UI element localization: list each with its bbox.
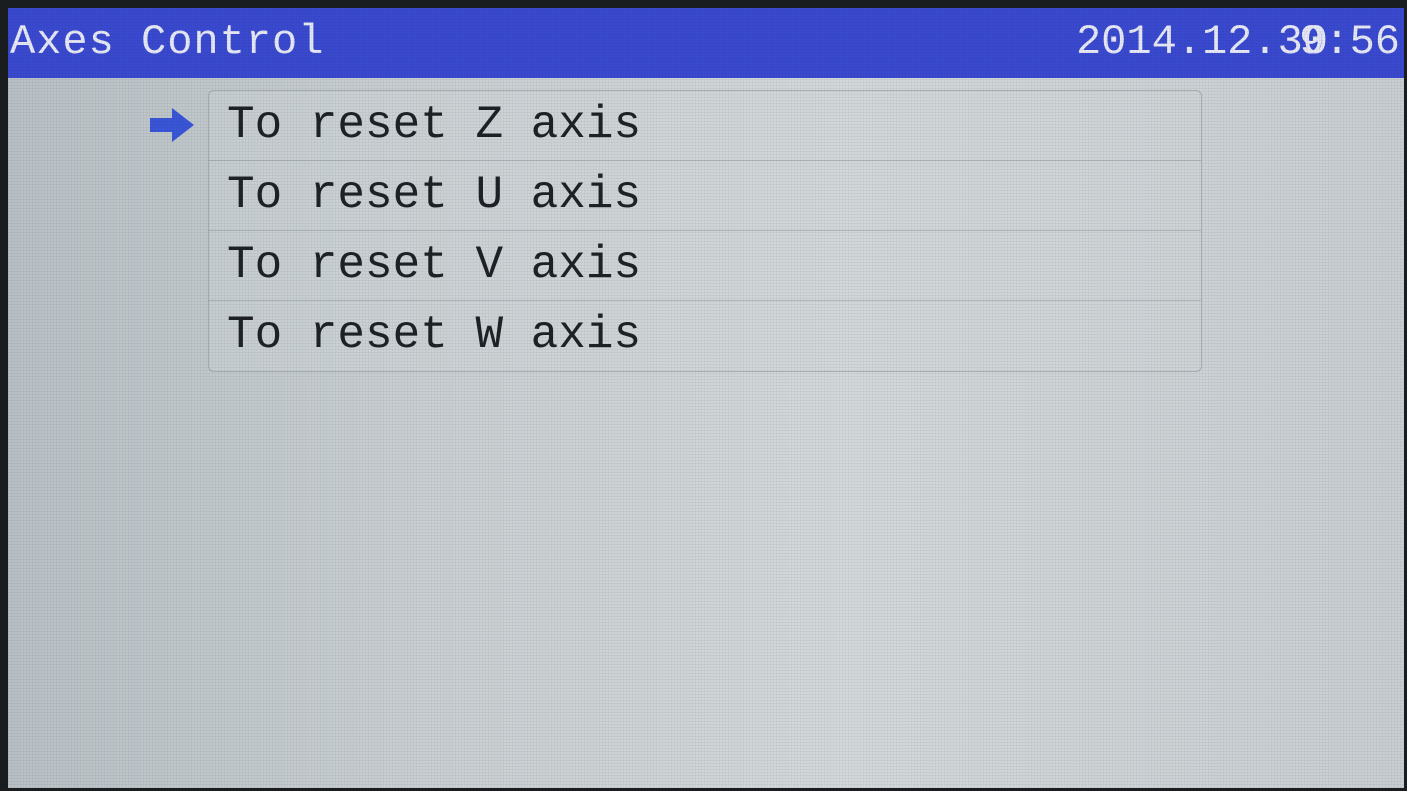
axes-menu: To reset Z axis To reset U axis To reset…: [208, 90, 1202, 372]
lcd-screen: Axes Control 2014.12.30 9:56 To reset Z …: [8, 8, 1404, 788]
menu-item-reset-z[interactable]: To reset Z axis: [209, 91, 1201, 161]
page-title: Axes Control: [10, 18, 325, 66]
menu-item-reset-u[interactable]: To reset U axis: [209, 161, 1201, 231]
date-display: 2014.12.30: [1075, 18, 1328, 66]
menu-item-label: To reset W axis: [227, 309, 642, 361]
time-display: 9:56: [1299, 18, 1400, 66]
title-bar: Axes Control 2014.12.30 9:56: [8, 8, 1404, 78]
menu-item-label: To reset U axis: [227, 169, 642, 221]
menu-item-reset-v[interactable]: To reset V axis: [209, 231, 1201, 301]
menu-item-label: To reset V axis: [227, 239, 642, 291]
menu-item-reset-w[interactable]: To reset W axis: [209, 301, 1201, 370]
menu-item-label: To reset Z axis: [227, 99, 642, 151]
right-arrow-icon: [150, 108, 194, 142]
